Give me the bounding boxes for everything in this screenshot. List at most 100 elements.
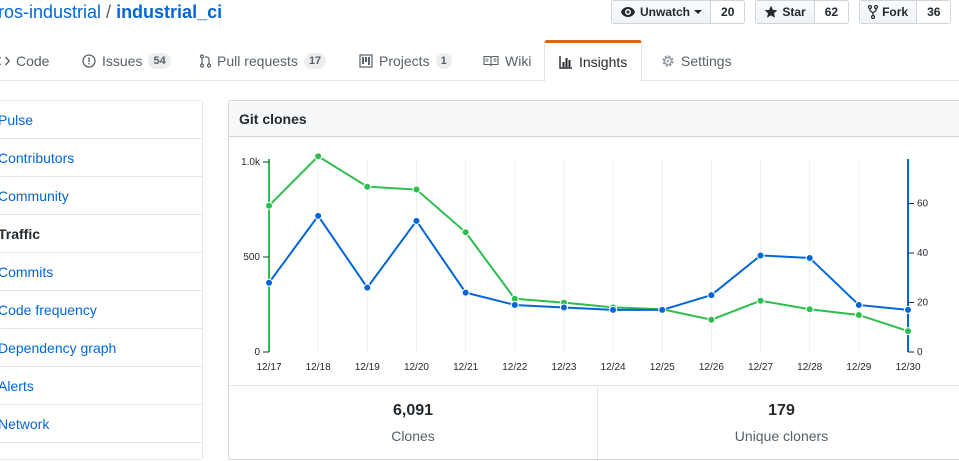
left-axis-tick-label: 1.0k [241, 157, 261, 168]
tab-insights-label: Insights [579, 54, 628, 70]
book-icon [483, 55, 499, 66]
unique-cloners-point [265, 278, 273, 287]
pull-request-icon [200, 53, 211, 68]
sidebar-item-pulse[interactable]: Pulse [0, 101, 202, 139]
repo-nav-tabs: Code Issues 54 Pull requests 17 Projects… [0, 40, 959, 82]
unique-cloners-point [756, 251, 765, 260]
gear-icon [662, 54, 674, 67]
sidebar-item-alerts[interactable]: Alerts [0, 367, 202, 405]
x-axis-tick-label: 12/27 [748, 362, 773, 373]
right-axis-tick-label: 40 [917, 248, 929, 259]
clone-stats: 6,091 Clones 179 Unique cloners [229, 385, 959, 461]
repo-name-link[interactable]: industrial_ci [116, 2, 222, 22]
sidebar-item-dependency-graph[interactable]: Dependency graph [0, 329, 202, 367]
clones-point [461, 228, 470, 237]
clones-point [363, 182, 372, 191]
unwatch-button[interactable]: Unwatch [612, 1, 712, 23]
right-axis-tick-label: 60 [917, 199, 929, 210]
clones-point [904, 327, 912, 336]
fork-icon [868, 5, 879, 19]
repo-owner-link[interactable]: ros-industrial [0, 2, 101, 22]
stargazers-count[interactable]: 62 [814, 1, 849, 23]
left-axis-tick-label: 0 [254, 347, 260, 358]
right-axis-tick-label: 20 [917, 298, 929, 309]
clones-point [854, 310, 863, 319]
x-axis-tick-label: 12/18 [306, 362, 331, 373]
fork-button[interactable]: Fork [860, 1, 918, 23]
unwatch-label: Unwatch [640, 5, 691, 19]
git-clones-panel: Git clones 0 500 1.0k 0 20 40 60 12/17 12/18 12/1… [228, 100, 959, 461]
unique-cloners-point [510, 300, 519, 309]
clones-chart: 0 500 1.0k 0 20 40 60 12/17 12/18 12/19 12/20 12/21… [241, 152, 929, 373]
code-icon [0, 56, 10, 65]
repo-title: ros-industrial / industrial_ci [0, 0, 222, 24]
sidebar-item-community[interactable]: Community [0, 177, 202, 215]
unique-cloners-point [461, 288, 470, 297]
tab-issues[interactable]: Issues 54 [82, 40, 171, 81]
tab-code-label: Code [16, 52, 50, 69]
sidebar-item-commits[interactable]: Commits [0, 253, 202, 291]
x-axis-tick-label: 12/29 [846, 362, 871, 373]
tab-wiki[interactable]: Wiki [483, 40, 531, 81]
star-button[interactable]: Star [756, 1, 815, 23]
unique-cloners-point [707, 291, 716, 300]
unique-cloners-point [559, 303, 568, 312]
star-group: Star 62 [755, 0, 850, 24]
project-icon [359, 53, 373, 68]
star-label: Star [782, 5, 806, 19]
forks-count[interactable]: 36 [917, 1, 951, 23]
unique-cloners-point [363, 283, 372, 292]
sidebar-item-contributors[interactable]: Contributors [0, 139, 202, 177]
panel-title: Git clones [229, 101, 959, 137]
watchers-count[interactable]: 20 [711, 1, 745, 23]
star-icon [765, 5, 778, 18]
fork-group: Fork 36 [859, 0, 952, 24]
clones-point [314, 152, 323, 161]
fork-label: Fork [882, 5, 909, 19]
tab-projects-label: Projects [379, 52, 430, 69]
clones-series-line [268, 155, 909, 333]
graph-icon [559, 56, 572, 69]
unique-cloners-point [658, 305, 667, 314]
sidebar-item-code-frequency[interactable]: Code frequency [0, 291, 202, 329]
tab-issues-label: Issues [102, 52, 143, 69]
repo-actions: Unwatch 20 Star 62 Fork 36 [611, 0, 959, 24]
stat-unique-cloners: 179 Unique cloners [597, 386, 959, 461]
unique-cloners-point [805, 253, 814, 262]
pull-requests-counter: 17 [303, 52, 327, 69]
issue-icon [82, 53, 96, 68]
tab-wiki-label: Wiki [505, 52, 532, 69]
sidebar-item-traffic[interactable]: Traffic [0, 215, 202, 253]
x-axis-tick-label: 12/24 [601, 362, 626, 373]
tab-projects[interactable]: Projects 1 [359, 40, 452, 81]
clones-point [412, 185, 421, 194]
clones-total: 6,091 [392, 402, 434, 419]
insights-sidebar: Pulse Contributors Community Traffic Com… [0, 100, 203, 460]
unique-cloners-series-line [268, 214, 909, 311]
x-axis-tick-label: 12/28 [797, 362, 822, 373]
clones-point [265, 201, 273, 210]
tab-pull-requests[interactable]: Pull requests 17 [200, 40, 327, 81]
unique-cloners-label: Unique cloners [734, 428, 829, 444]
x-axis-tick-label: 12/19 [355, 362, 380, 373]
watch-group: Unwatch 20 [611, 0, 746, 24]
x-axis-tick-label: 12/30 [895, 362, 920, 373]
x-axis-tick-label: 12/20 [404, 362, 429, 373]
repo-separator: / [106, 2, 112, 22]
sidebar-item-network[interactable]: Network [0, 405, 202, 443]
tab-insights[interactable]: Insights [544, 40, 643, 82]
right-axis-tick-label: 0 [917, 347, 923, 358]
chevron-down-icon [694, 10, 703, 14]
clones-point [707, 315, 716, 324]
clones-point [805, 305, 814, 314]
x-axis-tick-label: 12/21 [453, 362, 478, 373]
tab-pull-requests-label: Pull requests [217, 52, 298, 69]
tab-code[interactable]: Code [0, 40, 49, 81]
tab-settings-label: Settings [681, 52, 732, 69]
left-axis-tick-label: 500 [243, 252, 260, 263]
x-axis-tick-label: 12/26 [699, 362, 724, 373]
tab-settings[interactable]: Settings [661, 40, 732, 81]
clones-point [756, 296, 765, 305]
x-axis-tick-label: 12/23 [551, 362, 576, 373]
eye-icon [621, 7, 635, 17]
